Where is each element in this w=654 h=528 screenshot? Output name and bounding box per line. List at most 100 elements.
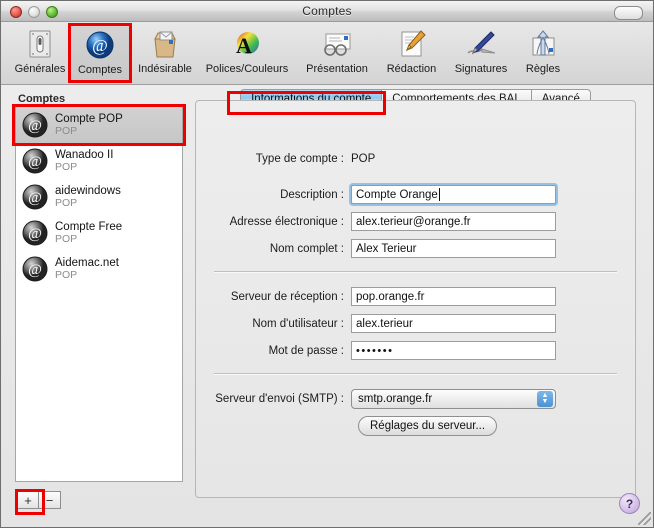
junk-mail-bag-icon: [132, 26, 198, 62]
list-item[interactable]: @ Aidemac.net POP: [16, 251, 182, 287]
toolbar-item-comptes[interactable]: @ Comptes: [70, 24, 130, 82]
section-divider-1: [214, 271, 617, 273]
fonts-colors-icon: A: [199, 26, 295, 62]
field-row-username: Nom d'utilisateur : alex.terieur: [196, 314, 556, 333]
account-name: Compte POP: [55, 112, 123, 125]
sidebar-header-label: Comptes: [18, 93, 66, 105]
add-remove-account-controls: + −: [17, 491, 61, 509]
account-type: POP: [55, 197, 78, 210]
svg-text:@: @: [28, 154, 42, 170]
incoming-server-input[interactable]: pop.orange.fr: [351, 287, 556, 306]
password-value: •••••••: [356, 344, 394, 357]
account-name: Compte Free: [55, 220, 123, 233]
password-input[interactable]: •••••••: [351, 341, 556, 360]
account-type: POP: [55, 269, 78, 282]
username-value: alex.terieur: [356, 317, 413, 330]
general-switch-icon: [11, 26, 69, 62]
toolbar-label: Générales: [14, 63, 66, 75]
list-item[interactable]: @ aidewindows POP: [16, 179, 182, 215]
field-row-smtp: Serveur d'envoi (SMTP) : smtp.orange.fr …: [196, 389, 556, 409]
toolbar-label: Polices/Couleurs: [205, 63, 289, 75]
toolbar-label: Règles: [525, 63, 561, 75]
account-at-icon: @: [21, 219, 49, 247]
toolbar-item-redaction[interactable]: Rédaction: [378, 24, 445, 82]
toolbar-item-polices-couleurs[interactable]: A Polices/Couleurs: [199, 24, 295, 82]
chevron-updown-icon: ▲ ▼: [537, 391, 553, 407]
svg-text:@: @: [28, 190, 42, 206]
incoming-server-value: pop.orange.fr: [356, 290, 425, 303]
full-name-value: Alex Terieur: [356, 242, 417, 255]
window-title: Comptes: [302, 4, 352, 18]
svg-text:@: @: [28, 118, 42, 134]
compose-pencil-icon: [378, 26, 445, 62]
svg-text:A: A: [236, 33, 252, 58]
account-info-panel: Type de compte : POP Description : Compt…: [195, 100, 636, 498]
field-row-email: Adresse électronique : alex.terieur@oran…: [196, 212, 556, 231]
account-at-icon: @: [21, 147, 49, 175]
viewing-glasses-icon: [297, 26, 377, 62]
field-row-description: Description : Compte Orange: [196, 185, 556, 204]
smtp-value: smtp.orange.fr: [358, 393, 433, 405]
list-item[interactable]: @ Compte Free POP: [16, 215, 182, 251]
rules-arrows-icon: [517, 26, 569, 62]
toolbar-item-presentation[interactable]: Présentation: [297, 24, 377, 82]
account-type: POP: [55, 125, 78, 138]
field-row-password: Mot de passe : •••••••: [196, 341, 556, 360]
account-type-label: Type de compte :: [255, 153, 344, 165]
toolbar-item-generales[interactable]: Générales: [11, 24, 69, 82]
content-area: Comptes @ Compte POP POP @ Wanadoo II PO…: [1, 85, 653, 527]
svg-text:@: @: [28, 226, 42, 242]
account-type: POP: [55, 161, 78, 174]
accounts-sidebar: Comptes @ Compte POP POP @ Wanadoo II PO…: [15, 93, 185, 499]
list-item[interactable]: @ Wanadoo II POP: [16, 143, 182, 179]
resize-grip[interactable]: [638, 512, 651, 525]
username-label: Nom d'utilisateur :: [252, 317, 344, 330]
toolbar-label: Rédaction: [386, 63, 437, 75]
account-name: aidewindows: [55, 184, 121, 197]
password-label: Mot de passe :: [268, 344, 344, 357]
toolbar-item-indesirable[interactable]: Indésirable: [132, 24, 198, 82]
email-label: Adresse électronique :: [229, 215, 344, 228]
account-type: POP: [55, 233, 78, 246]
svg-text:@: @: [28, 262, 42, 278]
smtp-select[interactable]: smtp.orange.fr ▲ ▼: [351, 389, 556, 409]
preferences-window: Comptes Générales @ Comptes Indésirable …: [0, 0, 654, 528]
description-label: Description :: [280, 188, 344, 201]
account-name: Wanadoo II: [55, 148, 114, 161]
field-row-incoming-server: Serveur de réception : pop.orange.fr: [196, 287, 556, 306]
email-value: alex.terieur@orange.fr: [356, 215, 471, 228]
toolbar-item-regles[interactable]: Règles: [517, 24, 569, 82]
toolbar-item-signatures[interactable]: Signatures: [446, 24, 516, 82]
username-input[interactable]: alex.terieur: [351, 314, 556, 333]
toolbar-label: Indésirable: [138, 63, 192, 75]
description-input[interactable]: Compte Orange: [351, 185, 556, 204]
svg-text:@: @: [92, 36, 108, 55]
list-item[interactable]: @ Compte POP POP: [16, 107, 182, 143]
title-bar: Comptes: [1, 1, 653, 22]
section-divider-2: [214, 373, 617, 375]
full-name-input[interactable]: Alex Terieur: [351, 239, 556, 258]
description-value: Compte Orange: [356, 188, 438, 201]
field-row-account-type: Type de compte : POP: [196, 153, 376, 165]
help-button[interactable]: ?: [619, 493, 640, 514]
accounts-list[interactable]: @ Compte POP POP @ Wanadoo II POP @ aide…: [15, 106, 183, 482]
preferences-toolbar: Générales @ Comptes Indésirable A Police…: [1, 22, 653, 85]
account-name: Aidemac.net: [55, 256, 119, 269]
incoming-server-label: Serveur de réception :: [230, 290, 344, 303]
toolbar-label: Présentation: [306, 63, 368, 75]
field-row-full-name: Nom complet : Alex Terieur: [196, 239, 556, 258]
add-account-button[interactable]: +: [17, 491, 39, 509]
remove-account-button[interactable]: −: [39, 491, 61, 509]
smtp-label: Serveur d'envoi (SMTP) :: [215, 393, 344, 405]
at-sign-icon: @: [71, 27, 129, 63]
account-at-icon: @: [21, 183, 49, 211]
account-at-icon: @: [21, 111, 49, 139]
signature-pen-icon: [446, 26, 516, 62]
text-caret: [438, 188, 440, 201]
toolbar-label: Signatures: [454, 63, 508, 75]
full-name-label: Nom complet :: [269, 242, 344, 255]
email-input[interactable]: alex.terieur@orange.fr: [351, 212, 556, 231]
server-settings-button[interactable]: Réglages du serveur...: [358, 416, 498, 436]
toolbar-toggle-button[interactable]: [614, 6, 643, 20]
toolbar-label: Comptes: [77, 64, 123, 76]
